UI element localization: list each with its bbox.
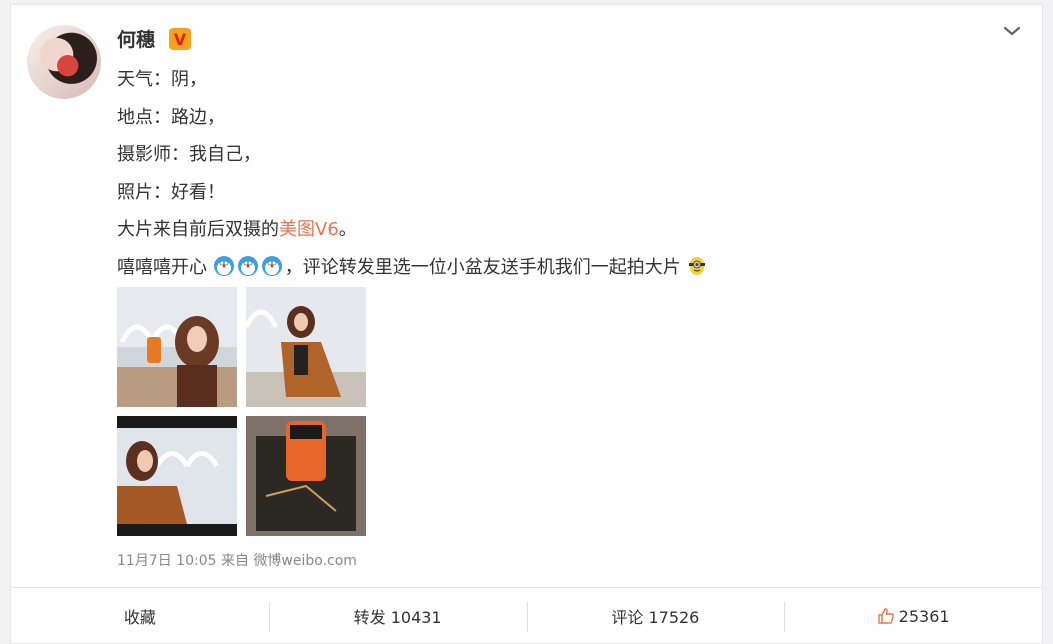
post-line-location: 地点：路边，: [117, 106, 225, 128]
verified-badge-icon: V: [169, 28, 191, 50]
post-line-camera: 大片来自前后双摄的美图V6。: [117, 211, 710, 249]
action-bar: 收藏 转发 10431 评论 17526 25361: [11, 587, 1042, 644]
weibo-post-card: 何穗 V 天气：阴， 地点：路边， 摄影师：我自己， 照片：好看！ 大片来自前后…: [10, 4, 1043, 644]
doraemon-emoji-icon: [213, 255, 234, 276]
doraemon-emoji-icon: [261, 255, 282, 276]
photo-thumbnail-4[interactable]: [246, 416, 366, 536]
source-link[interactable]: 微博weibo.com: [253, 553, 357, 569]
photo-thumbnail-3[interactable]: [117, 416, 237, 536]
source-prefix: 来自: [220, 553, 249, 569]
author-name[interactable]: 何穗: [117, 25, 155, 52]
photo-thumbnail-1[interactable]: [117, 287, 237, 407]
like-count: 25361: [898, 606, 950, 626]
avatar[interactable]: [27, 25, 101, 99]
post-text: 天气：阴， 地点：路边， 摄影师：我自己， 照片：好看！ 大片来自前后双摄的美图…: [117, 61, 710, 286]
minion-emoji-icon: [689, 256, 706, 275]
post-meta: 11月7日 10:05 来自 微博weibo.com: [117, 550, 357, 570]
timestamp[interactable]: 11月7日 10:05: [117, 553, 217, 569]
doraemon-emoji-icon: [237, 255, 258, 276]
repost-label: 转发 10431: [353, 608, 442, 627]
comment-label: 评论 17526: [611, 608, 700, 627]
comment-button[interactable]: 评论 17526: [526, 588, 785, 644]
repost-button[interactable]: 转发 10431: [268, 588, 527, 644]
like-button[interactable]: 25361: [784, 588, 1042, 644]
post-line-photographer: 摄影师：我自己，: [117, 144, 261, 165]
giveaway-pre: 嘻嘻嘻开心: [117, 256, 207, 278]
photo-thumbnail-2[interactable]: [246, 287, 366, 407]
post-line-photo: 照片：好看！: [117, 181, 225, 203]
post-line-giveaway: 嘻嘻嘻开心 ，评论转发里选一位小盆友送手机我们一起拍大片: [117, 249, 710, 287]
favorite-label: 收藏: [123, 608, 156, 627]
meitu-v6-link[interactable]: 美图V6: [279, 219, 339, 240]
giveaway-post: ，评论转发里选一位小盆友送手机我们一起拍大片: [284, 256, 681, 278]
chevron-down-icon[interactable]: [1002, 21, 1022, 41]
camera-text-end: 。: [338, 219, 357, 240]
post-line-weather: 天气：阴，: [117, 69, 207, 90]
thumbs-up-icon: [877, 608, 894, 624]
favorite-button[interactable]: 收藏: [11, 588, 269, 644]
camera-text: 大片来自前后双摄的: [117, 219, 279, 240]
